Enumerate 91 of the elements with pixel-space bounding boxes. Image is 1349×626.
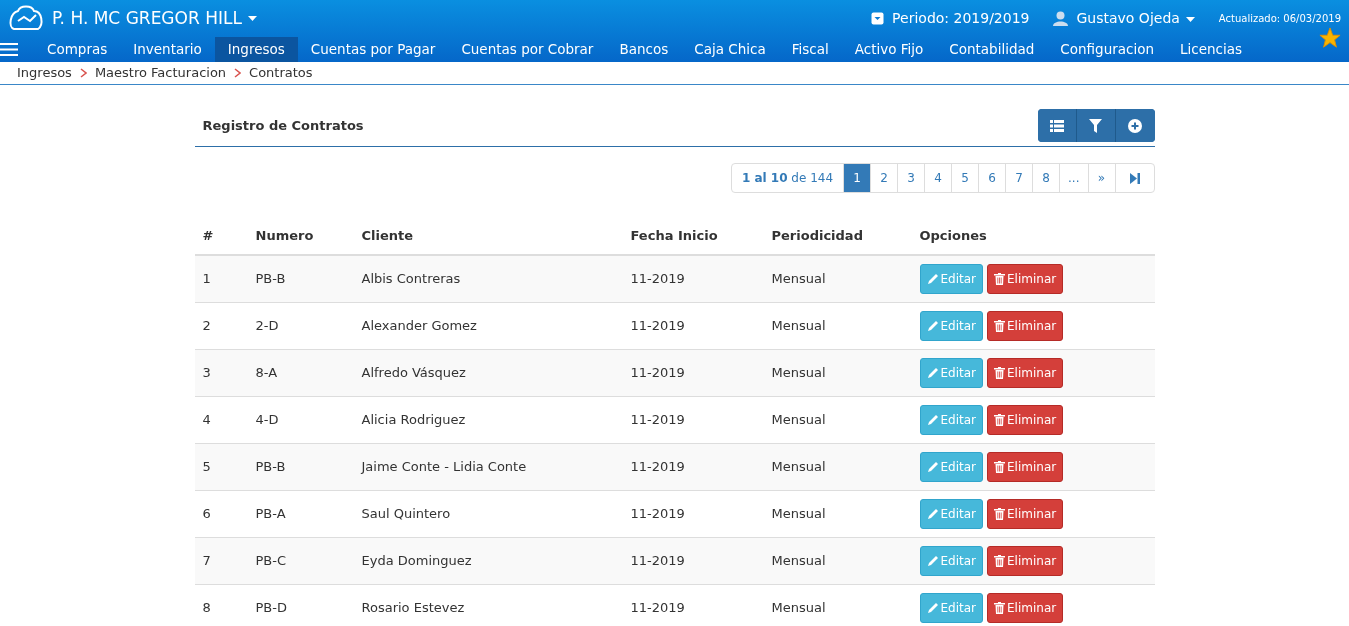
delete-button[interactable]: Eliminar (987, 545, 1064, 576)
plus-circle-icon (1128, 118, 1142, 133)
pencil-icon (926, 319, 939, 332)
page-link[interactable]: 4 (925, 164, 953, 192)
caret-icon (1185, 16, 1195, 22)
table-cell: 5 (194, 443, 248, 490)
table-cell: 1 (194, 255, 248, 302)
menu-tab[interactable]: Cuentas por Cobrar (448, 37, 607, 62)
menu-tab[interactable]: Inventario (120, 37, 215, 62)
delete-button[interactable]: Eliminar (987, 498, 1064, 529)
page-link[interactable]: 2 (871, 164, 899, 192)
table-cell: Mensual (763, 584, 912, 626)
chevron-icon (234, 68, 242, 78)
filter-icon (1089, 118, 1102, 133)
page-link[interactable]: ... (1060, 164, 1089, 192)
menu-tab[interactable]: Contabilidad (936, 37, 1048, 62)
delete-button[interactable]: Eliminar (987, 404, 1064, 435)
period-label: Periodo: 2019/2019 (892, 9, 1030, 28)
table-cell: Eyda Dominguez (353, 537, 623, 584)
table-cell: PB-B (247, 443, 354, 490)
table-cell: 3 (194, 349, 248, 396)
chevron-icon (79, 68, 87, 78)
user-icon (1053, 11, 1069, 26)
page-link[interactable]: 5 (952, 164, 980, 192)
menu-tab[interactable]: Caja Chica (681, 37, 779, 62)
delete-button[interactable]: Eliminar (987, 310, 1064, 341)
trash-icon (994, 319, 1006, 332)
page-link[interactable]: » (1088, 164, 1116, 192)
table-cell: 11-2019 (622, 584, 764, 626)
table-cell: Mensual (763, 349, 912, 396)
trash-icon (994, 413, 1006, 426)
breadcrumb-link[interactable]: Ingresos (17, 63, 72, 83)
table-cell: PB-C (247, 537, 354, 584)
table-cell: 11-2019 (622, 443, 764, 490)
menu-tab[interactable]: Licencias (1167, 37, 1256, 62)
updated-date: Actualizado: 06/03/2019 (1218, 12, 1341, 26)
pencil-icon (926, 554, 939, 567)
trash-icon (994, 460, 1006, 473)
pencil-icon (926, 413, 939, 426)
pencil-icon (926, 460, 939, 473)
list-button[interactable] (1037, 109, 1077, 142)
calendar-icon (871, 12, 885, 25)
trash-icon (994, 601, 1006, 614)
caret-icon (247, 16, 257, 22)
table-cell: 8-A (247, 349, 354, 396)
table-cell: 11-2019 (622, 537, 764, 584)
delete-button[interactable]: Eliminar (987, 451, 1064, 482)
menu-icon[interactable] (0, 42, 18, 57)
page-link[interactable]: 8 (1033, 164, 1061, 192)
breadcrumb-link[interactable]: Maestro Facturacion (94, 63, 227, 83)
menu-tab[interactable]: Compras (34, 37, 121, 62)
delete-button[interactable]: Eliminar (987, 357, 1064, 388)
trash-icon (994, 272, 1006, 285)
company-dropdown[interactable]: P. H. MC GREGOR HILL (52, 5, 257, 32)
table-cell: Rosario Estevez (353, 584, 623, 626)
page-link[interactable]: 7 (1006, 164, 1034, 192)
table-cell: 7 (194, 537, 248, 584)
table-cell: 11-2019 (622, 255, 764, 302)
pencil-icon (926, 366, 939, 379)
delete-button[interactable]: Eliminar (987, 263, 1064, 294)
pencil-icon (926, 601, 939, 614)
list-icon (1049, 119, 1064, 132)
table-cell: PB-D (247, 584, 354, 626)
menu-tab[interactable]: Bancos (606, 37, 682, 62)
menu-tab[interactable]: Fiscal (778, 37, 842, 62)
page-link[interactable]: 3 (898, 164, 926, 192)
table-cell: 8 (194, 584, 248, 626)
table-cell: Jaime Conte - Lidia Conte (353, 443, 623, 490)
table-cell: Albis Contreras (353, 255, 623, 302)
table-cell: PB-B (247, 255, 354, 302)
trash-icon (994, 554, 1006, 567)
trash-icon (994, 366, 1006, 379)
table-cell: Mensual (763, 537, 912, 584)
table-cell: 11-2019 (622, 349, 764, 396)
panel-title: Registro de Contratos (201, 116, 364, 135)
delete-button[interactable]: Eliminar (987, 592, 1064, 623)
table-cell: Alfredo Vásquez (353, 349, 623, 396)
menu-tab[interactable]: Cuentas por Pagar (297, 37, 449, 62)
user-dropdown[interactable]: Gustavo Ojeda (1076, 8, 1195, 29)
pencil-icon (926, 507, 939, 520)
menu-tab[interactable]: Activo Fijo (841, 37, 937, 62)
table-cell: Mensual (763, 443, 912, 490)
pencil-icon (926, 272, 939, 285)
star-icon[interactable] (1319, 27, 1341, 49)
page-link[interactable]: 6 (979, 164, 1007, 192)
trash-icon (994, 507, 1006, 520)
last-page-icon (1129, 172, 1140, 184)
page-link[interactable]: 1 (844, 164, 872, 192)
menu-tab[interactable]: Configuracion (1047, 37, 1167, 62)
menu-tab[interactable]: Ingresos (214, 37, 298, 62)
table-cell: Mensual (763, 255, 912, 302)
